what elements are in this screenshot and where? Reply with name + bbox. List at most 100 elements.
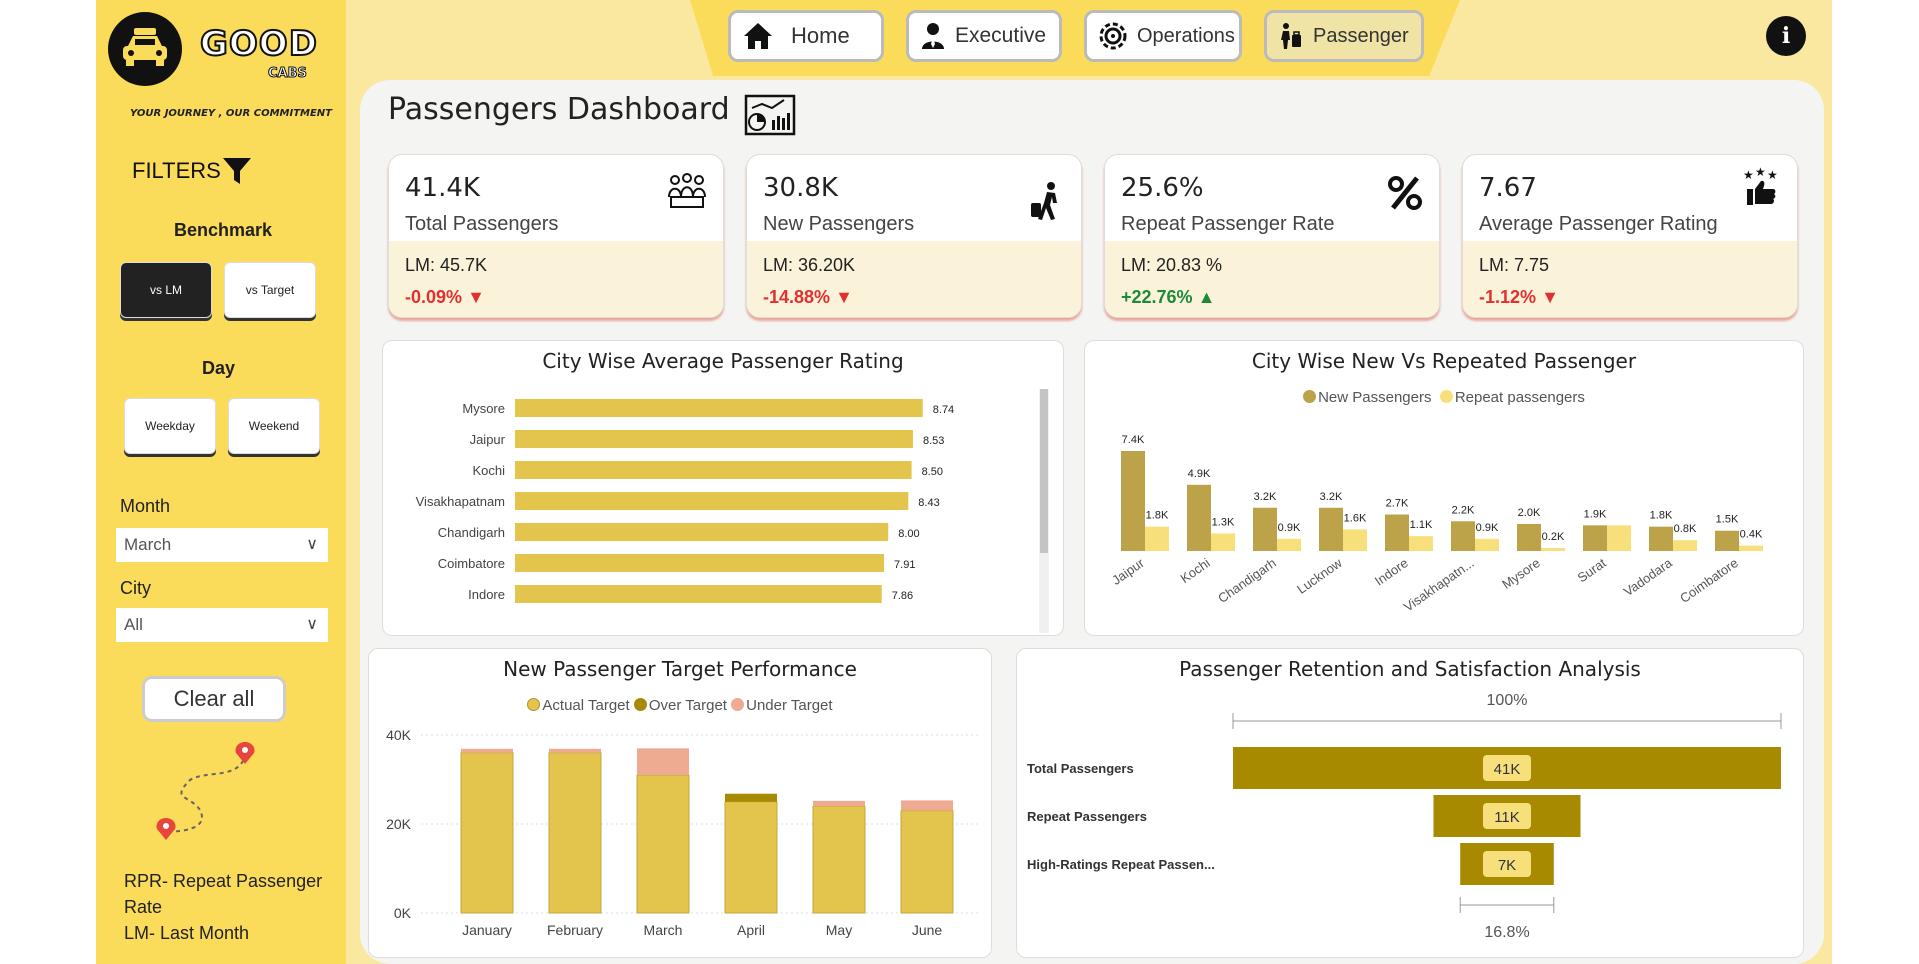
tick-label: Indore <box>1372 555 1411 588</box>
brand-logo: GOOD CABS <box>108 12 338 92</box>
funnel-stage-label: High-Ratings Repeat Passen... <box>1027 857 1215 872</box>
tick-label: 40K <box>386 727 412 743</box>
day-weekend-button[interactable]: Weekend <box>228 398 320 454</box>
chart-new-vs-repeat: 7.4K 1.8K Jaipur 4.9K 1.3K Kochi 3.2K 0.9K Chand… <box>1109 434 1763 615</box>
kpi-average-passenger-rating: 7.67 Average Passenger Rating LM: 7.75 -… <box>1462 154 1798 318</box>
tab-home[interactable]: Home <box>728 10 884 62</box>
info-button[interactable]: i <box>1766 16 1806 56</box>
bar-repeat <box>1277 538 1301 551</box>
bottom-percent-label: 16.8% <box>1484 924 1529 941</box>
kpi-change: -14.88% ▼ <box>763 287 853 307</box>
note-lm: LM- Last Month <box>124 923 250 943</box>
month-select[interactable]: March ∨ <box>116 528 328 562</box>
route-map-icon <box>150 740 270 854</box>
bar-new <box>1253 507 1277 551</box>
tick-label: Visakhapatnam <box>416 494 505 509</box>
chart-target-performance: 0K 20K 40K January February March April May June <box>386 727 979 938</box>
chart-new-vs-repeat-card: City Wise New Vs Repeated Passenger New … <box>1084 340 1804 636</box>
month-select-value: March <box>124 535 172 554</box>
bar-repeat <box>1211 533 1235 551</box>
data-label-repeat: 1.6K <box>1344 512 1367 524</box>
bar-over-target <box>725 793 777 802</box>
tick-label: Jaipur <box>470 432 506 447</box>
kpi-label: Repeat Passenger Rate <box>1121 213 1335 235</box>
data-label-new: 3.2K <box>1254 491 1277 503</box>
clear-all-button[interactable]: Clear all <box>142 676 286 722</box>
data-label-new: 2.7K <box>1386 498 1409 510</box>
tick-label: Kochi <box>472 463 505 478</box>
kpi-last-month: LM: 36.20K <box>763 255 856 275</box>
benchmark-vs-target-button[interactable]: vs Target <box>224 262 316 318</box>
tick-label: Mysore <box>462 401 505 416</box>
bar-under-target <box>901 800 953 811</box>
data-label: 7.91 <box>894 559 915 571</box>
kpi-label: Average Passenger Rating <box>1479 213 1718 235</box>
kpi-repeat-passenger-rate: 25.6% Repeat Passenger Rate LM: 20.83 % … <box>1104 154 1440 318</box>
tick-label: Vadodara <box>1621 555 1676 600</box>
rating-thumbs-icon: ★ ★ ★ <box>1741 165 1781 213</box>
scrollbar-thumb <box>1040 389 1048 553</box>
tick-label: Chandigarh <box>438 525 505 540</box>
city-select[interactable]: All ∨ <box>116 608 328 642</box>
bar <box>515 492 909 510</box>
tick-label: May <box>826 922 852 938</box>
day-weekday-button[interactable]: Weekday <box>124 398 216 454</box>
chevron-down-icon: ∨ <box>306 616 318 633</box>
kpi-new-passengers: 30.8K New Passengers LM: 36.20K -14.88% … <box>746 154 1082 318</box>
bar-repeat <box>1343 529 1367 551</box>
note-rpr: RPR- Repeat Passenger Rate <box>124 871 323 917</box>
bar-actual-target <box>812 805 866 914</box>
data-label-repeat: 0.9K <box>1476 522 1499 534</box>
tab-executive[interactable]: Executive <box>906 10 1062 62</box>
bar-actual-target <box>636 774 690 914</box>
city-label: City <box>120 578 151 598</box>
kpi-total-passengers: 41.4K Total Passengers LM: 45.7K -0.09% … <box>388 154 724 318</box>
tagline: YOUR JOURNEY , OUR COMMITMENT <box>130 108 332 119</box>
svg-text:★: ★ <box>1743 168 1754 182</box>
data-label-new: 7.4K <box>1122 434 1145 446</box>
chart-retention-funnel: 100% 41K Total Passengers 11K Repeat Passeng… <box>1027 692 1782 941</box>
data-label: 8.50 <box>922 466 943 478</box>
tick-label: Coimbatore <box>1677 555 1741 606</box>
tick-label: April <box>737 922 765 938</box>
tick-label: Coimbatore <box>438 556 505 571</box>
benchmark-vs-lm-button[interactable]: vs LM <box>120 262 212 318</box>
bar-repeat <box>1409 536 1433 551</box>
tick-label: June <box>912 922 943 938</box>
kpi-value: 7.67 <box>1479 173 1537 203</box>
bar-new <box>1583 525 1607 551</box>
tab-passenger[interactable]: Passenger <box>1264 10 1424 62</box>
data-label-new: 1.8K <box>1650 510 1673 522</box>
data-label: 8.00 <box>898 528 919 540</box>
day-label: Day <box>202 358 236 378</box>
funnel-value-label: 11K <box>1494 809 1520 826</box>
page-title: Passengers Dashboard <box>388 92 730 127</box>
dashboard-report-icon <box>744 94 796 140</box>
kpi-change: -1.12% ▼ <box>1479 287 1559 307</box>
bar-actual-target <box>724 801 778 914</box>
kpi-value: 25.6% <box>1121 173 1204 203</box>
down-triangle-icon: ▼ <box>835 287 853 307</box>
data-label-new: 4.9K <box>1188 468 1211 480</box>
percent-icon <box>1387 175 1423 215</box>
tick-label: Visakhapatn... <box>1401 555 1477 614</box>
bar-new <box>1187 484 1211 551</box>
home-icon <box>743 22 773 50</box>
bar-under-target <box>461 748 513 753</box>
data-label-repeat: 0.8K <box>1674 523 1697 535</box>
data-label-repeat: 1.3K <box>1212 516 1235 528</box>
bar-repeat <box>1145 526 1169 551</box>
funnel-value-label: 7K <box>1498 857 1516 874</box>
tick-label: Surat <box>1575 555 1609 585</box>
bar-under-target <box>637 748 689 776</box>
kpi-value: 30.8K <box>763 173 838 203</box>
data-label-repeat: 1.1K <box>1410 519 1433 531</box>
chart-city-rating: Mysore 8.74 Jaipur 8.53 Kochi 8.50 Visakhapatn… <box>416 389 1049 633</box>
kpi-value: 41.4K <box>405 173 480 203</box>
tab-operations[interactable]: Operations <box>1084 10 1242 62</box>
kpi-label: New Passengers <box>763 213 915 235</box>
down-triangle-icon: ▼ <box>1541 287 1559 307</box>
data-label-new: 1.5K <box>1716 514 1739 526</box>
data-label: 7.86 <box>892 590 913 602</box>
kpi-change: +22.76% ▲ <box>1121 287 1216 307</box>
